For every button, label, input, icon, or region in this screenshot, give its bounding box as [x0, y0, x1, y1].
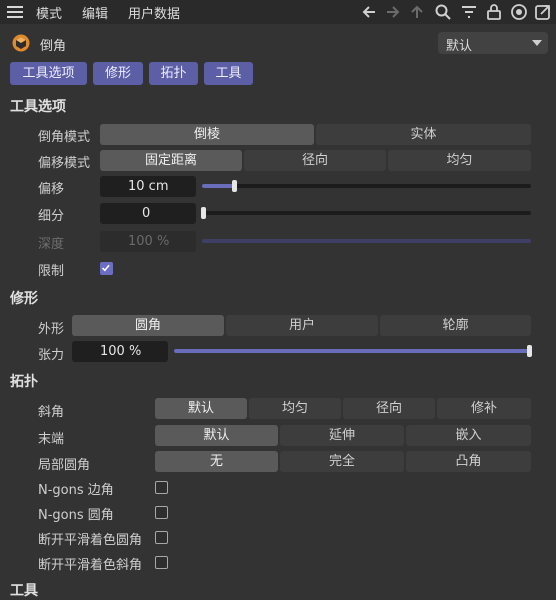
- tension-slider-fill: [174, 349, 531, 353]
- subdivision-label: 细分: [38, 209, 65, 224]
- ending-label: 末端: [38, 432, 65, 447]
- new-window-icon[interactable]: [534, 3, 552, 21]
- menu-edit[interactable]: 编辑: [82, 3, 108, 22]
- miter-uniform[interactable]: 均匀: [249, 398, 341, 419]
- offset-mode-fixed[interactable]: 固定距离: [100, 150, 242, 171]
- menu-bar: 模式 编辑 用户数据: [0, 0, 556, 24]
- offset-mode-label: 偏移模式: [38, 156, 91, 171]
- tension-field[interactable]: 100 %: [72, 341, 168, 362]
- break-phong-miter-checkbox[interactable]: [155, 556, 168, 569]
- checkmark-icon: [101, 264, 110, 272]
- arrow-left-icon[interactable]: [360, 3, 378, 21]
- ngons-round-label: N-gons 圆角: [38, 508, 114, 523]
- ending-default[interactable]: 默认: [155, 425, 278, 446]
- depth-label: 深度: [38, 237, 65, 252]
- miter-patch[interactable]: 修补: [437, 398, 531, 419]
- shape-user[interactable]: 用户: [226, 315, 378, 336]
- attribute-header: 倒角 默认: [0, 26, 556, 60]
- bevel-tool-icon: [12, 34, 30, 52]
- menu-user-data[interactable]: 用户数据: [128, 3, 180, 22]
- partial-rounding-convex[interactable]: 凸角: [406, 451, 531, 472]
- arrow-up-icon[interactable]: [408, 3, 426, 21]
- target-icon[interactable]: [510, 3, 528, 21]
- limit-checkbox[interactable]: [100, 262, 113, 275]
- limit-label: 限制: [38, 264, 65, 279]
- offset-mode-even[interactable]: 均匀: [388, 150, 531, 171]
- shape-round[interactable]: 圆角: [72, 315, 224, 336]
- preset-dropdown[interactable]: 默认: [438, 32, 548, 54]
- ending-extend[interactable]: 延伸: [280, 425, 404, 446]
- section-topology-title: 拓扑: [10, 374, 38, 390]
- tool-title: 倒角: [40, 39, 67, 54]
- section-shaping-title: 修形: [10, 291, 38, 307]
- menu-mode[interactable]: 模式: [36, 3, 62, 22]
- ending-inset[interactable]: 嵌入: [406, 425, 531, 446]
- ngons-side-label: N-gons 边角: [38, 483, 114, 498]
- tab-shaping[interactable]: 修形: [93, 62, 143, 85]
- arrow-right-icon[interactable]: [384, 3, 402, 21]
- tab-topology[interactable]: 拓扑: [149, 62, 198, 85]
- tension-label: 张力: [38, 348, 65, 363]
- miter-label: 斜角: [38, 405, 65, 420]
- offset-slider-fill: [202, 184, 236, 188]
- subdivision-slider-track[interactable]: [202, 211, 531, 215]
- bevel-mode-label: 倒角模式: [38, 130, 91, 145]
- bevel-mode-chamfer[interactable]: 倒棱: [100, 124, 314, 145]
- depth-field: 100 %: [100, 231, 196, 252]
- miter-default[interactable]: 默认: [155, 398, 247, 419]
- tension-slider-handle[interactable]: [527, 345, 532, 357]
- search-icon[interactable]: [434, 3, 452, 21]
- partial-rounding-label: 局部圆角: [38, 458, 91, 473]
- break-phong-miter-label: 断开平滑着色斜角: [38, 558, 143, 573]
- shape-label: 外形: [38, 322, 65, 337]
- lock-icon[interactable]: [485, 3, 503, 21]
- offset-mode-radial[interactable]: 径向: [244, 150, 386, 171]
- filter-icon[interactable]: [460, 3, 478, 21]
- tab-tools[interactable]: 工具: [204, 62, 253, 85]
- hamburger-menu-icon[interactable]: [6, 4, 24, 20]
- offset-slider-handle[interactable]: [232, 180, 237, 192]
- miter-radial[interactable]: 径向: [343, 398, 435, 419]
- break-phong-round-checkbox[interactable]: [155, 531, 168, 544]
- offset-slider-track[interactable]: [202, 184, 531, 188]
- bevel-mode-solid[interactable]: 实体: [316, 124, 531, 145]
- offset-label: 偏移: [38, 182, 65, 197]
- ngons-round-checkbox[interactable]: [155, 506, 168, 519]
- subdivision-slider-handle[interactable]: [201, 207, 206, 219]
- section-tool-options-title: 工具选项: [10, 99, 66, 115]
- ngons-side-checkbox[interactable]: [155, 481, 168, 494]
- partial-rounding-full[interactable]: 完全: [280, 451, 404, 472]
- chevron-down-icon: [532, 40, 542, 46]
- tab-tool-options[interactable]: 工具选项: [10, 62, 87, 85]
- depth-slider-track: [202, 239, 531, 243]
- partial-rounding-none[interactable]: 无: [155, 451, 278, 472]
- shape-profile[interactable]: 轮廓: [380, 315, 531, 336]
- preset-value: 默认: [446, 39, 473, 54]
- section-tools-title: 工具: [10, 583, 38, 599]
- offset-field[interactable]: 10 cm: [100, 176, 196, 197]
- break-phong-round-label: 断开平滑着色圆角: [38, 533, 143, 548]
- subdivision-field[interactable]: 0: [100, 203, 196, 224]
